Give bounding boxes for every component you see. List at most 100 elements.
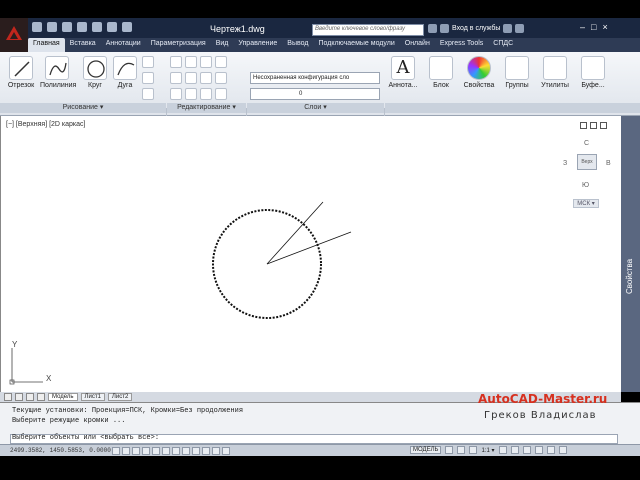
viewcube-top-face[interactable]: Верх	[577, 154, 597, 170]
tab-express-tools[interactable]: Express Tools	[435, 38, 488, 52]
annotation-scale-icon[interactable]	[469, 446, 478, 454]
viewcube[interactable]: С З В Ю Верх	[562, 138, 612, 196]
annotation-scale-value[interactable]: 1:1 ▾	[481, 447, 494, 454]
save-icon[interactable]	[62, 22, 72, 32]
drawing-canvas[interactable]	[0, 116, 621, 392]
key-icon[interactable]	[440, 24, 449, 33]
tab-layout2[interactable]: Лист2	[107, 393, 133, 401]
exchange-icon[interactable]	[503, 24, 513, 33]
clean-screen-icon[interactable]	[558, 446, 567, 454]
minimize-icon[interactable]: –	[580, 22, 585, 32]
annotation-visibility-icon[interactable]	[498, 446, 507, 454]
maximize-icon[interactable]: □	[591, 22, 596, 32]
wcs-dropdown[interactable]: МСК ▾	[573, 199, 599, 208]
properties-tool[interactable]: Свойства	[462, 56, 496, 89]
tab-parametric[interactable]: Параметризация	[146, 38, 211, 52]
transparency-icon[interactable]	[202, 447, 210, 455]
copy-icon[interactable]	[170, 72, 182, 84]
tab-online[interactable]: Онлайн	[400, 38, 435, 52]
lineweight-icon[interactable]	[192, 447, 200, 455]
ortho-icon[interactable]	[132, 447, 140, 455]
erase-icon[interactable]	[215, 56, 227, 68]
tab-annotate[interactable]: Аннотации	[101, 38, 146, 52]
undo-icon[interactable]	[107, 22, 117, 32]
line-tool[interactable]: Отрезок	[4, 56, 38, 89]
quick-view-drawings-icon[interactable]	[457, 446, 466, 454]
utilities-tool[interactable]: Утилиты	[538, 56, 572, 89]
save-as-icon[interactable]	[77, 22, 87, 32]
tab-view[interactable]: Вид	[211, 38, 234, 52]
properties-palette-tab[interactable]: Свойства	[621, 116, 640, 392]
explode-icon[interactable]	[215, 72, 227, 84]
annotation-tool[interactable]: A Аннота...	[386, 56, 420, 89]
layer-state-dropdown[interactable]: Несохраненная конфигурация сло	[250, 72, 380, 84]
tab-spds[interactable]: СПДС	[488, 38, 518, 52]
hardware-acceleration-icon[interactable]	[534, 446, 543, 454]
stretch-icon[interactable]	[170, 88, 182, 100]
current-layer-dropdown[interactable]: 0	[250, 88, 380, 100]
modify-panel-label[interactable]: Редактирование ▾	[167, 103, 246, 113]
signin-button[interactable]: Вход в службы	[452, 25, 500, 32]
binoculars-icon[interactable]	[428, 24, 437, 33]
polar-icon[interactable]	[142, 447, 150, 455]
tab-manage[interactable]: Управление	[233, 38, 282, 52]
tab-plugins[interactable]: Подключаемые модули	[313, 38, 399, 52]
application-menu-button[interactable]	[0, 18, 28, 52]
gradient-icon[interactable]	[142, 88, 154, 100]
mirror-icon[interactable]	[185, 72, 197, 84]
viewport-minimize-icon[interactable]	[580, 122, 587, 129]
prev-tab-icon[interactable]	[15, 393, 23, 401]
circle-tool[interactable]: Круг	[78, 56, 112, 89]
viewport-controls-label[interactable]: [−] [Верхняя] [2D каркас]	[6, 121, 85, 128]
viewport-close-icon[interactable]	[600, 122, 607, 129]
snap-icon[interactable]	[112, 447, 120, 455]
quick-view-layouts-icon[interactable]	[445, 446, 454, 454]
model-space-button[interactable]: МОДЕЛЬ	[410, 446, 442, 454]
arc-tool[interactable]: Дуга	[108, 56, 142, 89]
viewcube-east[interactable]: В	[606, 160, 611, 167]
isolate-objects-icon[interactable]	[546, 446, 555, 454]
redo-icon[interactable]	[122, 22, 132, 32]
scale-icon[interactable]	[185, 88, 197, 100]
new-file-icon[interactable]	[32, 22, 42, 32]
rotate-icon[interactable]	[185, 56, 197, 68]
trim-icon[interactable]	[200, 56, 212, 68]
viewport-restore-icon[interactable]	[590, 122, 597, 129]
tab-output[interactable]: Вывод	[282, 38, 313, 52]
last-tab-icon[interactable]	[37, 393, 45, 401]
tab-layout1[interactable]: Лист1	[80, 393, 105, 401]
help-icon[interactable]	[515, 24, 525, 33]
lock-icon[interactable]	[522, 446, 531, 454]
close-icon[interactable]: ×	[602, 22, 607, 32]
tab-insert[interactable]: Вставка	[65, 38, 101, 52]
offset-icon[interactable]	[215, 88, 227, 100]
print-icon[interactable]	[92, 22, 102, 32]
grid-icon[interactable]	[122, 447, 130, 455]
first-tab-icon[interactable]	[4, 393, 12, 401]
fillet-icon[interactable]	[200, 72, 212, 84]
clipboard-tool[interactable]: Буфе...	[576, 56, 610, 89]
quick-properties-icon[interactable]	[212, 447, 220, 455]
open-file-icon[interactable]	[47, 22, 57, 32]
tab-home[interactable]: Главная	[28, 38, 65, 52]
viewcube-south[interactable]: Ю	[582, 182, 589, 189]
ducs-icon[interactable]	[172, 447, 180, 455]
viewcube-west[interactable]: З	[563, 160, 567, 167]
block-tool[interactable]: Блок	[424, 56, 458, 89]
osnap-icon[interactable]	[152, 447, 160, 455]
move-icon[interactable]	[170, 56, 182, 68]
draw-panel-label[interactable]: Рисование ▾	[0, 103, 166, 113]
groups-tool[interactable]: Группы	[500, 56, 534, 89]
rectangle-icon[interactable]	[142, 56, 154, 68]
layers-panel-label[interactable]: Слои ▾	[247, 103, 384, 113]
hatch-icon[interactable]	[142, 72, 154, 84]
search-input[interactable]: Введите ключевое слово/фразу	[312, 24, 424, 36]
tab-model[interactable]: Модель	[48, 393, 78, 401]
workspace-switch-icon[interactable]	[510, 446, 519, 454]
selection-cycling-icon[interactable]	[222, 447, 230, 455]
viewcube-north[interactable]: С	[584, 140, 589, 147]
otrack-icon[interactable]	[162, 447, 170, 455]
polyline-tool[interactable]: Полилиния	[40, 56, 76, 89]
dyn-icon[interactable]	[182, 447, 190, 455]
array-icon[interactable]	[200, 88, 212, 100]
